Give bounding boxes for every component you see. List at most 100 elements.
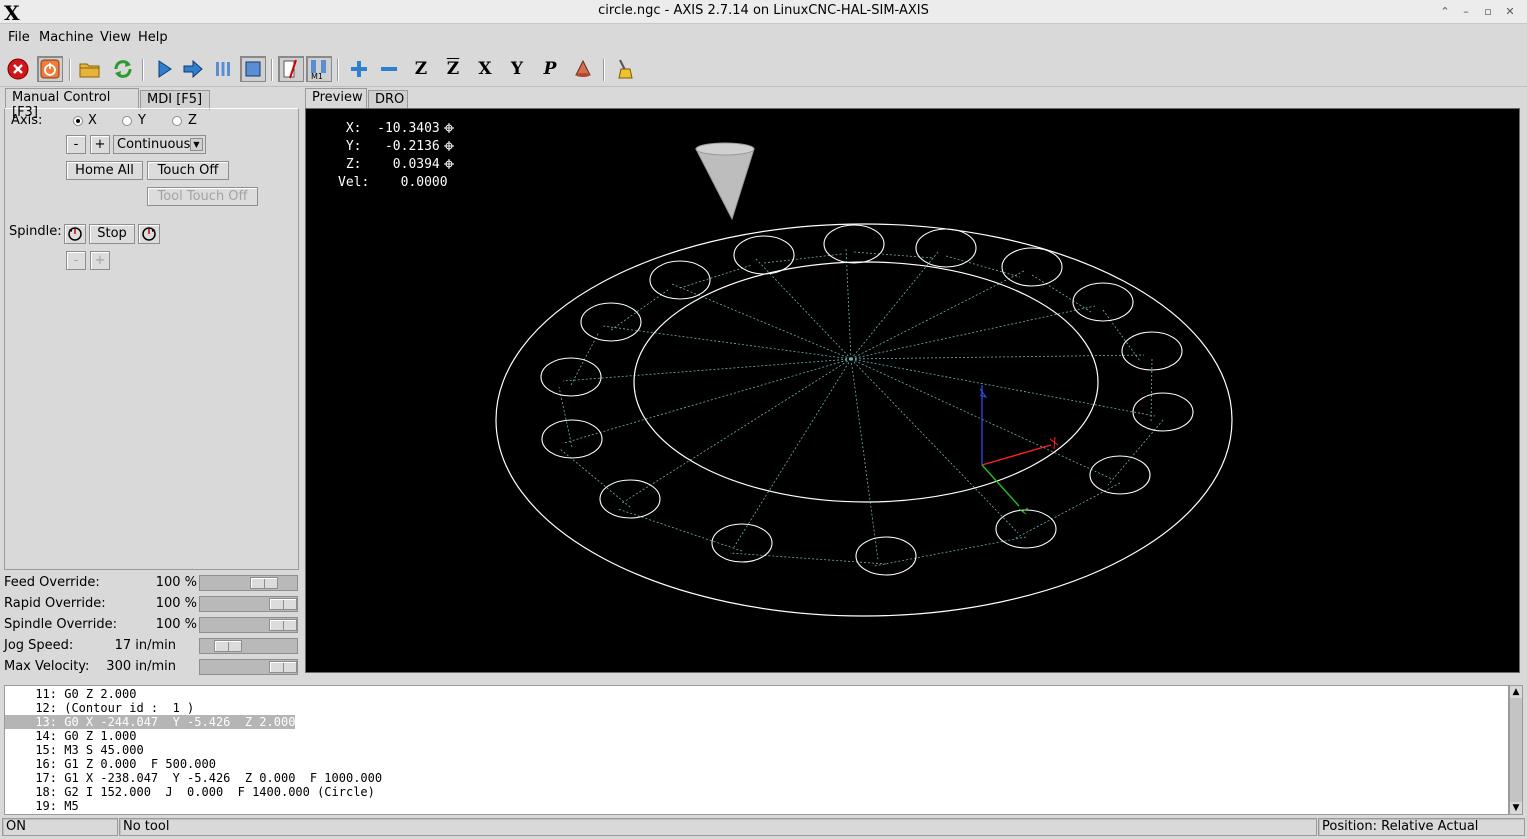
estop-button[interactable] (5, 56, 31, 82)
close-icon[interactable]: ✕ (1502, 4, 1518, 19)
backplot-toggle-button[interactable] (570, 56, 596, 82)
slider-thumb[interactable] (250, 577, 278, 589)
reload-button[interactable] (110, 56, 136, 82)
stop-button[interactable] (240, 56, 266, 82)
code-line[interactable]: 17: G1 X -238.047 Y -5.426 Z 0.000 F 100… (5, 771, 382, 785)
scroll-up-icon[interactable]: ▲ (1510, 686, 1522, 698)
axis-y-line (981, 464, 1020, 507)
code-line[interactable]: 15: M3 S 45.000 (5, 743, 143, 757)
spindle-cw-button[interactable] (138, 224, 160, 244)
rapid-move (845, 247, 852, 360)
menu-file[interactable]: File (8, 30, 30, 45)
line-number: 17: (35, 771, 57, 785)
jog-mode-select[interactable]: Continuous ▼ (113, 135, 206, 154)
line-text: G0 X -244.047 Y -5.426 Z 2.000 (57, 715, 296, 729)
axis-y-radio[interactable] (122, 116, 132, 126)
view-p-button[interactable]: P (537, 56, 563, 82)
view-y-button[interactable]: Y (504, 56, 530, 82)
jog-minus-button[interactable]: - (66, 135, 86, 154)
rapid-move (1031, 274, 1092, 313)
line-number: 16: (35, 757, 57, 771)
axis-y-label[interactable]: Y (138, 113, 146, 128)
spindle-ccw-button[interactable] (64, 224, 86, 244)
view-x-button[interactable]: X (472, 56, 498, 82)
home-all-button[interactable]: Home All (66, 161, 143, 180)
touch-off-button[interactable]: Touch Off (147, 161, 229, 180)
spindle-faster-button[interactable]: + (90, 251, 110, 270)
spindle-slower-button[interactable]: - (66, 251, 86, 270)
view-z2-button[interactable]: Z (440, 56, 466, 82)
backplot-toggle-icon (575, 59, 591, 77)
slider-thumb[interactable] (269, 661, 297, 673)
code-line[interactable]: 16: G1 Z 0.000 F 500.000 (5, 757, 216, 771)
tool-touch-off-button[interactable]: Tool Touch Off (147, 187, 258, 206)
rapid-move (945, 255, 1021, 278)
max-velocity-label: Max Velocity: (4, 659, 90, 674)
code-line[interactable]: 19: M5 (5, 799, 78, 813)
tab-preview[interactable]: Preview (305, 88, 367, 108)
zoom-out-button[interactable] (376, 56, 402, 82)
preview-canvas[interactable]: X: -10.3403 Y: -0.2136 Z: 0.0394 Vel: 0.… (305, 108, 1520, 673)
maximize-icon[interactable]: ▫ (1480, 4, 1496, 19)
jog-speed-label: Jog Speed: (4, 638, 74, 653)
hole-circle (1001, 247, 1063, 287)
machine-power-button[interactable] (37, 56, 63, 82)
menu-machine[interactable]: Machine (39, 30, 93, 45)
axis-x-label (1049, 436, 1059, 450)
tab-dro[interactable]: DRO (368, 90, 408, 110)
pause-button[interactable] (210, 56, 236, 82)
optional-stop-button[interactable]: M1 (306, 56, 332, 82)
rapid-move (850, 358, 1156, 417)
run-button[interactable] (151, 56, 177, 82)
tab-mdi[interactable]: MDI [F5] (140, 90, 210, 110)
menu-help[interactable]: Help (138, 30, 168, 45)
step-button[interactable] (180, 56, 206, 82)
hole-circle (855, 536, 917, 576)
toolbar-separator (337, 59, 339, 81)
menu-view[interactable]: View (100, 30, 131, 45)
clear-backplot-icon (618, 59, 633, 79)
run-icon (158, 60, 172, 78)
view-z-button[interactable]: Z (408, 56, 434, 82)
axis-x-label[interactable]: X (88, 113, 97, 128)
rapid-override-slider[interactable] (199, 596, 298, 612)
rapid-moves (558, 247, 1164, 567)
code-line-selected[interactable]: 13: G0 X -244.047 Y -5.426 Z 2.000 (5, 715, 296, 729)
axis-x-line (981, 444, 1052, 466)
gcode-listing[interactable]: 11: G0 Z 2.000 12: (Contour id : 1 ) 13:… (4, 685, 1509, 815)
code-line[interactable]: 14: G0 Z 1.000 (5, 729, 136, 743)
spindle-stop-button[interactable]: Stop (89, 224, 135, 244)
rapid-move (850, 251, 939, 360)
axis-x-radio[interactable] (73, 116, 83, 126)
tab-manual-control[interactable]: Manual Control [F3] (5, 88, 139, 120)
block-delete-button[interactable] (278, 56, 304, 82)
code-line[interactable]: 11: G0 Z 2.000 (5, 687, 136, 701)
scroll-down-icon[interactable]: ▼ (1510, 802, 1522, 814)
slider-thumb[interactable] (214, 640, 242, 652)
slider-thumb[interactable] (269, 619, 297, 631)
line-number: 18: (35, 785, 57, 799)
line-text: G0 Z 2.000 (57, 687, 137, 701)
clear-backplot-button[interactable] (612, 56, 638, 82)
max-velocity-slider[interactable] (199, 659, 298, 675)
line-number: 14: (35, 729, 57, 743)
minimize-icon[interactable]: – (1458, 4, 1474, 19)
feed-override-slider[interactable] (199, 575, 298, 591)
zoom-in-button[interactable] (346, 56, 372, 82)
slider-thumb[interactable] (269, 598, 297, 610)
line-number: 15: (35, 743, 57, 757)
tool-cone-top (695, 142, 755, 156)
window-up-icon[interactable]: ⌃ (1437, 4, 1453, 19)
code-line[interactable]: 18: G2 I 152.000 J 0.000 F 1400.000 (Cir… (5, 785, 375, 799)
spindle-override-slider[interactable] (199, 617, 298, 633)
rapid-move (729, 552, 887, 565)
view-p-icon: P (543, 59, 557, 79)
code-line[interactable]: 12: (Contour id : 1 ) (5, 701, 194, 715)
jog-speed-slider[interactable] (199, 638, 298, 654)
open-file-button[interactable] (77, 56, 103, 82)
axis-z-radio[interactable] (172, 116, 182, 126)
jog-plus-button[interactable]: + (90, 135, 110, 154)
axis-z-label[interactable]: Z (188, 113, 197, 128)
code-scrollbar[interactable]: ▲ ▼ (1509, 685, 1523, 815)
optional-stop-icon: M1 (311, 60, 326, 80)
